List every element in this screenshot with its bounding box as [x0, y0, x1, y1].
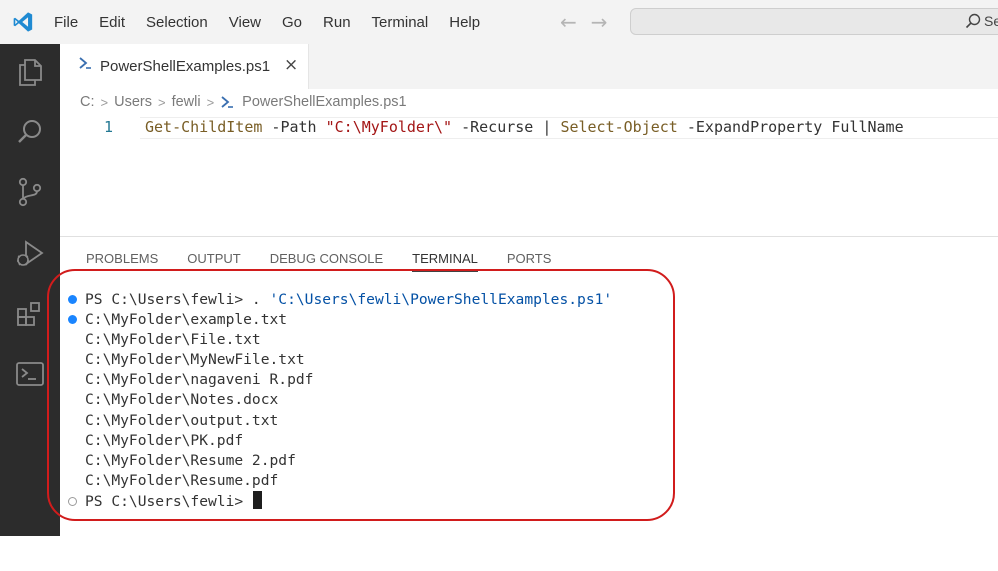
- explorer-icon[interactable]: [14, 56, 46, 88]
- token-cmdlet: Select-Object: [560, 118, 678, 136]
- output-line: C:\MyFolder\Resume.pdf: [85, 471, 279, 489]
- terminal-prompt: PS C:\Users\fewli> .: [85, 291, 270, 308]
- source-control-icon[interactable]: [14, 176, 46, 208]
- command-decoration-icon[interactable]: [68, 315, 77, 325]
- terminal-line: PS C:\Users\fewli>: [66, 490, 262, 511]
- forward-arrow-icon[interactable]: →: [591, 10, 608, 34]
- breadcrumb-users[interactable]: Users: [114, 94, 152, 110]
- chevron-right-icon: >: [157, 94, 166, 110]
- run-debug-icon[interactable]: [14, 238, 46, 270]
- output-line: C:\MyFolder\output.txt: [85, 411, 279, 429]
- output-line: C:\MyFolder\PK.pdf: [85, 431, 244, 449]
- powershell-file-icon: [79, 57, 91, 69]
- menu-run[interactable]: Run: [323, 14, 351, 31]
- extensions-icon[interactable]: [14, 298, 46, 330]
- terminal-line: C:\MyFolder\output.txt: [66, 411, 278, 431]
- terminal-cursor: [252, 490, 262, 509]
- command-center-search[interactable]: Se: [630, 8, 998, 35]
- tab-powershellexamples[interactable]: PowerShellExamples.ps1 ×: [60, 44, 309, 89]
- navigation-arrows: ← →: [560, 10, 622, 34]
- menu-go[interactable]: Go: [282, 14, 302, 31]
- terminal-output[interactable]: PS C:\Users\fewli> . 'C:\Users\fewli\Pow…: [66, 290, 612, 511]
- output-line: C:\MyFolder\nagaveni R.pdf: [85, 371, 314, 389]
- chevron-right-icon: >: [206, 94, 215, 110]
- token-pipe: |: [542, 118, 561, 136]
- output-line: C:\MyFolder\Notes.docx: [85, 391, 279, 409]
- menu-selection[interactable]: Selection: [146, 14, 208, 31]
- vscode-logo-icon[interactable]: [12, 11, 34, 33]
- close-icon[interactable]: ×: [284, 55, 298, 75]
- chevron-right-icon: >: [100, 94, 109, 110]
- command-decoration-icon[interactable]: [68, 295, 77, 304]
- terminal-line: C:\MyFolder\example.txt: [66, 310, 287, 330]
- terminal-line: PS C:\Users\fewli> . 'C:\Users\fewli\Pow…: [66, 290, 612, 310]
- tab-label: PowerShellExamples.ps1: [100, 58, 271, 75]
- token-parameter: -Path: [262, 118, 326, 136]
- search-icon: [965, 13, 981, 29]
- terminal-line: C:\MyFolder\Notes.docx: [66, 390, 278, 410]
- editor-tab-bar: PowerShellExamples.ps1 ×: [60, 44, 998, 89]
- menu-view[interactable]: View: [229, 14, 261, 31]
- terminal-line: C:\MyFolder\PK.pdf: [66, 431, 243, 451]
- terminal-line: C:\MyFolder\Resume 2.pdf: [66, 451, 296, 471]
- search-text: Se: [984, 13, 998, 29]
- breadcrumb-fewli[interactable]: fewli: [172, 94, 201, 110]
- output-line: C:\MyFolder\MyNewFile.txt: [85, 351, 305, 369]
- terminal-prompt: PS C:\Users\fewli>: [85, 492, 252, 510]
- code-text[interactable]: Get-ChildItem -Path "C:\MyFolder\" -Recu…: [145, 118, 904, 136]
- output-line: C:\MyFolder\Resume 2.pdf: [85, 451, 296, 469]
- terminal-line: C:\MyFolder\Resume.pdf: [66, 471, 278, 491]
- terminal-line: C:\MyFolder\nagaveni R.pdf: [66, 370, 313, 390]
- menu-file[interactable]: File: [54, 14, 78, 31]
- token-cmdlet: Get-ChildItem: [145, 118, 263, 136]
- menu-terminal[interactable]: Terminal: [372, 14, 429, 31]
- token-parameter: -ExpandProperty FullName: [677, 118, 904, 136]
- menu-help[interactable]: Help: [449, 14, 480, 31]
- menu-edit[interactable]: Edit: [99, 14, 125, 31]
- token-string: "C:\MyFolder\": [325, 118, 453, 136]
- title-bar: File Edit Selection View Go Run Terminal…: [0, 0, 998, 45]
- token-parameter: -Recurse: [452, 118, 543, 136]
- command-decoration-icon[interactable]: [68, 496, 77, 506]
- breadcrumb: C: > Users > fewli > PowerShellExamples.…: [80, 93, 407, 111]
- menu-bar: File Edit Selection View Go Run Terminal…: [54, 0, 501, 44]
- output-line: C:\MyFolder\File.txt: [85, 331, 261, 349]
- terminal-line: C:\MyFolder\File.txt: [66, 330, 261, 350]
- search-view-icon[interactable]: [14, 116, 46, 148]
- terminal-line: C:\MyFolder\MyNewFile.txt: [66, 350, 305, 370]
- back-arrow-icon[interactable]: ←: [560, 10, 577, 34]
- terminal-view-icon[interactable]: [14, 358, 46, 390]
- breadcrumb-file[interactable]: PowerShellExamples.ps1: [242, 94, 406, 110]
- powershell-file-icon: [221, 96, 234, 108]
- output-line: C:\MyFolder\example.txt: [85, 311, 288, 329]
- editor-line-1[interactable]: 1 Get-ChildItem -Path "C:\MyFolder\" -Re…: [60, 117, 998, 139]
- line-number: 1: [104, 118, 114, 136]
- terminal-command: 'C:\Users\fewli\PowerShellExamples.ps1': [269, 291, 613, 308]
- breadcrumb-drive[interactable]: C:: [80, 94, 95, 110]
